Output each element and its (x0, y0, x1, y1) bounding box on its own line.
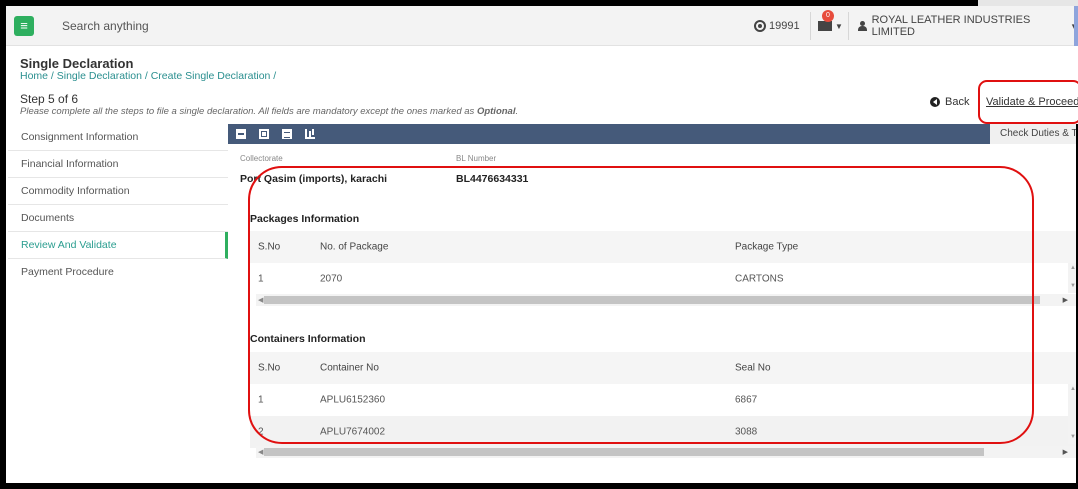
sidebar-item-label: Financial Information (21, 158, 119, 170)
sidebar-item-payment[interactable]: Payment Procedure (8, 259, 228, 286)
check-duties-tab[interactable]: Check Duties & Taxes (990, 124, 1078, 144)
highlight-content-annotation (248, 166, 1034, 444)
search-input[interactable]: Search anything (62, 19, 149, 33)
menu-icon[interactable]: ≡ (14, 16, 34, 36)
page-title: Single Declaration (20, 56, 134, 71)
scroll-right-icon[interactable]: ▶ (1063, 448, 1068, 456)
note-text: Please complete all the steps to file a … (20, 106, 477, 117)
step-indicator: Step 5 of 6 (20, 92, 79, 106)
sidebar-item-label: Review And Validate (21, 239, 117, 251)
count-value: 19991 (769, 20, 800, 32)
window-chrome (978, 0, 1078, 6)
sidebar-item-commodity[interactable]: Commodity Information (8, 178, 228, 205)
divider (810, 12, 811, 40)
notifications-button[interactable]: 0 ▼ (818, 6, 843, 46)
step-instructions: Please complete all the steps to file a … (20, 106, 518, 117)
document-icon[interactable] (236, 129, 246, 139)
note-optional: Optional (476, 106, 516, 117)
count-indicator[interactable]: 19991 (754, 6, 800, 46)
coin-icon (754, 20, 766, 32)
sidebar-item-label: Payment Procedure (21, 266, 114, 278)
breadcrumb[interactable]: Home / Single Declaration / Create Singl… (20, 70, 276, 82)
envelope-icon: 0 (818, 10, 834, 31)
divider (848, 12, 849, 40)
sidebar-item-consignment[interactable]: Consignment Information (8, 124, 228, 151)
user-icon (858, 21, 867, 31)
note-end: . (515, 106, 519, 117)
back-label: Back (945, 96, 970, 108)
horizontal-scrollbar[interactable]: ◀ ▶ (256, 446, 1076, 458)
sidebar-item-review[interactable]: Review And Validate (8, 232, 228, 259)
back-arrow-icon (930, 97, 940, 107)
collectorate-label: Collectorate (240, 154, 283, 163)
company-menu[interactable]: ROYAL LEATHER INDUSTRIES LIMITED ▼ (858, 6, 1078, 46)
bar-chart-icon[interactable] (305, 129, 315, 139)
bl-number-label: BL Number (456, 154, 497, 163)
document-toolbar (228, 124, 990, 144)
file-icon[interactable] (282, 129, 292, 139)
back-button[interactable]: Back (930, 96, 969, 108)
top-bar: ≡ Search anything 19991 0 ▼ ROYAL LEATHE… (6, 6, 1078, 46)
steps-sidebar: Consignment Information Financial Inform… (8, 124, 228, 286)
scroll-right-icon[interactable]: ▶ (1063, 296, 1068, 304)
sidebar-item-label: Commodity Information (21, 185, 130, 197)
sidebar-item-documents[interactable]: Documents (8, 205, 228, 232)
sidebar-item-label: Documents (21, 212, 75, 224)
notification-badge: 0 (822, 10, 834, 22)
highlight-validate-annotation (978, 80, 1078, 124)
chevron-down-icon: ▼ (835, 21, 843, 31)
sidebar-item-financial[interactable]: Financial Information (8, 151, 228, 178)
barcode-icon[interactable] (259, 129, 269, 139)
scroll-left-icon[interactable]: ◀ (258, 448, 263, 456)
company-name: ROYAL LEATHER INDUSTRIES LIMITED (871, 14, 1031, 38)
scrollbar-thumb[interactable] (264, 448, 984, 456)
sidebar-item-label: Consignment Information (21, 131, 139, 143)
profile-chip[interactable] (1074, 6, 1078, 46)
